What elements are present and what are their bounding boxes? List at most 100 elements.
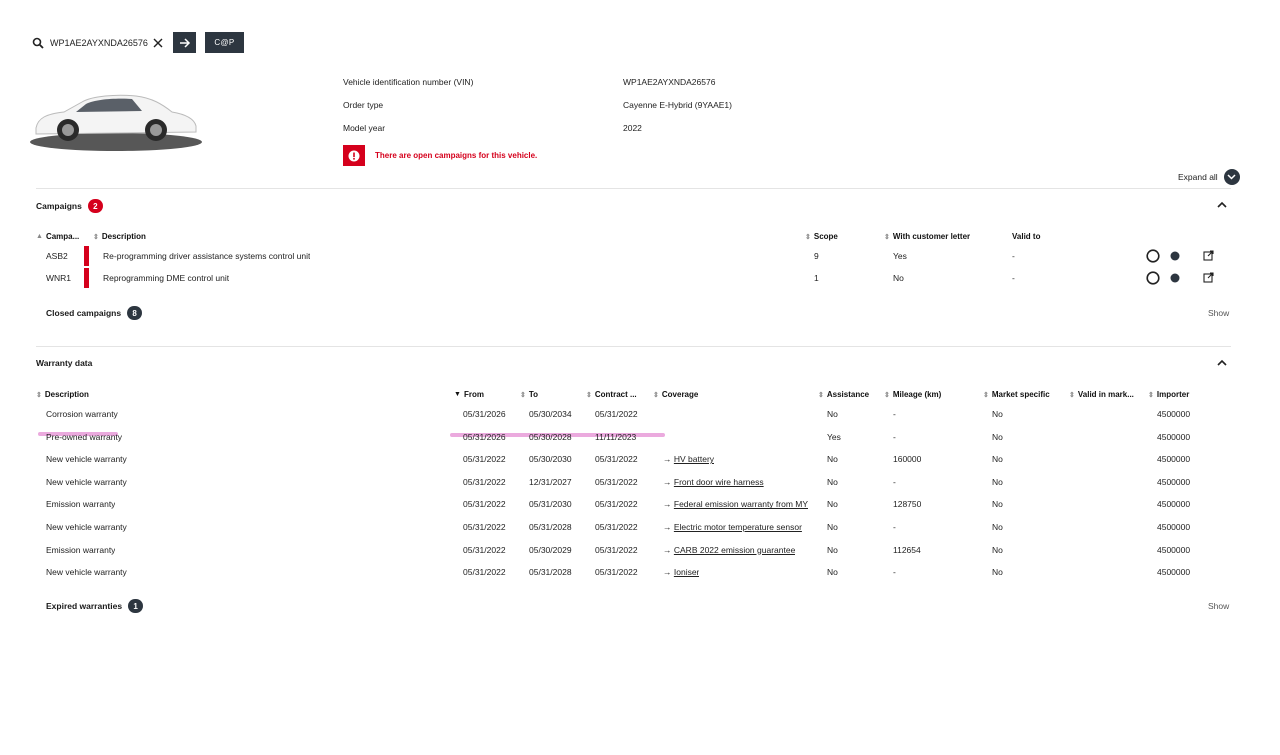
col-contract-label: Contract ... <box>594 390 637 399</box>
arrow-right-icon: → <box>663 454 674 465</box>
expand-all-button[interactable]: Expand all <box>1178 169 1240 185</box>
expired-warranties-toggle[interactable]: Expired warranties 1 <box>46 599 144 613</box>
status-dot-icon <box>1170 273 1180 283</box>
sort-asc-icon: ▲ <box>36 233 43 240</box>
col-to[interactable]: ⇕ To <box>520 390 538 399</box>
warranty-description: New vehicle warranty <box>46 567 127 578</box>
col-description[interactable]: ⇕ Description <box>93 232 146 241</box>
col-market-specific[interactable]: ⇕ Market specific <box>983 390 1050 399</box>
col-customer-letter[interactable]: ⇕ With customer letter <box>884 232 970 241</box>
warranty-market: No <box>992 544 1003 555</box>
col-importer[interactable]: ⇕ Importer <box>1148 390 1189 399</box>
col-contract[interactable]: ⇕ Contract ... <box>586 390 637 399</box>
warranty-mileage: - <box>893 476 896 487</box>
collapse-warranty-icon[interactable] <box>1216 358 1228 368</box>
warranty-from: 05/31/2022 <box>463 522 506 532</box>
vin-value: WP1AE2AYXNDA26576 <box>623 77 716 87</box>
coverage-link[interactable]: → HV battery <box>663 454 714 464</box>
col-coverage[interactable]: ⇕ Coverage <box>653 390 698 399</box>
coverage-link-label: HV battery <box>673 454 715 465</box>
vin-search-input[interactable] <box>50 38 150 48</box>
col-warranty-description-label: Description <box>44 390 89 399</box>
sort-icon: ⇕ <box>36 391 42 399</box>
warranty-assistance: No <box>827 522 838 532</box>
warranty-contract: 05/31/2022 <box>595 476 638 487</box>
arrow-right-icon: → <box>663 522 674 532</box>
col-scope[interactable]: ⇕ Scope <box>805 232 838 241</box>
warranty-importer: 4500000 <box>1157 544 1191 555</box>
warranty-importer: 4500000 <box>1157 567 1191 578</box>
warranty-mileage: - <box>893 409 896 419</box>
submit-search-button[interactable] <box>173 32 196 53</box>
campaign-scope: 1 <box>814 273 819 283</box>
warranty-importer: 4500000 <box>1157 431 1191 442</box>
warranty-description: Pre-owned warranty <box>46 431 123 442</box>
warranty-contract: 05/31/2022 <box>595 522 638 532</box>
campaign-letter: No <box>893 273 904 283</box>
campaign-letter: Yes <box>893 251 907 261</box>
campaigns-section-title: Campaigns 2 <box>36 199 103 213</box>
coverage-link[interactable]: → Electric motor temperature sensor <box>663 522 802 532</box>
warranty-mileage: - <box>893 431 896 442</box>
warranty-description: New vehicle warranty <box>46 454 127 465</box>
warranty-from: 05/31/2022 <box>463 499 506 510</box>
clear-icon[interactable] <box>152 37 164 49</box>
col-mileage[interactable]: ⇕ Mileage (km) <box>884 390 941 399</box>
divider <box>36 346 1231 347</box>
coverage-link-label: Ioniser <box>673 567 700 578</box>
warranty-importer: 4500000 <box>1157 476 1191 487</box>
arrow-right-icon: → <box>663 544 674 555</box>
warranty-market: No <box>992 499 1003 510</box>
col-valid-to: Valid to <box>1012 232 1040 241</box>
warranty-importer: 4500000 <box>1157 409 1191 419</box>
sort-icon: ⇕ <box>884 391 890 399</box>
warranty-mileage: - <box>893 522 896 532</box>
coverage-link[interactable]: → Federal emission warranty from MY <box>663 499 808 509</box>
chevron-down-icon <box>1223 169 1240 185</box>
warranty-contract: 05/31/2022 <box>595 544 638 555</box>
warranty-contract: 05/31/2022 <box>595 454 638 465</box>
show-expired-warranties-link[interactable]: Show <box>1208 601 1229 611</box>
warranty-from: 05/31/2022 <box>463 454 506 465</box>
col-customer-letter-label: With customer letter <box>892 232 971 241</box>
coverage-link[interactable]: → CARB 2022 emission guarantee <box>663 545 795 555</box>
arrow-right-icon: → <box>663 476 674 487</box>
col-from[interactable]: ▼ From <box>454 390 484 399</box>
col-assistance[interactable]: ⇕ Assistance <box>818 390 869 399</box>
col-mileage-label: Mileage (km) <box>892 390 942 399</box>
warranty-assistance: No <box>827 499 838 510</box>
sort-icon: ⇕ <box>586 391 592 399</box>
model-year-value: 2022 <box>623 123 642 133</box>
campaigns-title: Campaigns <box>36 201 82 211</box>
external-link-icon[interactable] <box>1203 250 1214 261</box>
col-warranty-description[interactable]: ⇕ Description <box>36 390 89 399</box>
expand-all-label: Expand all <box>1178 172 1218 182</box>
cp-button[interactable]: C@P <box>205 32 244 53</box>
warranty-importer: 4500000 <box>1157 522 1191 532</box>
divider <box>36 188 1231 189</box>
warranty-to: 05/30/2029 <box>529 544 572 555</box>
vin-search[interactable] <box>32 32 167 54</box>
campaign-scope: 9 <box>814 251 819 261</box>
closed-campaigns-toggle[interactable]: Closed campaigns 8 <box>46 306 143 320</box>
col-campaign[interactable]: ▲ Campa... <box>36 232 79 241</box>
col-scope-label: Scope <box>813 232 838 241</box>
col-valid-in-market[interactable]: ⇕ Valid in mark... <box>1069 390 1134 399</box>
external-link-icon[interactable] <box>1203 272 1214 283</box>
warranty-to: 05/31/2028 <box>529 522 572 532</box>
campaign-description: Reprogramming DME control unit <box>103 273 230 283</box>
sort-icon: ⇕ <box>93 233 99 241</box>
coverage-link[interactable]: → Ioniser <box>663 567 699 577</box>
warranty-description: Emission warranty <box>46 544 116 555</box>
order-type-value: Cayenne E-Hybrid (9YAAE1) <box>623 100 732 110</box>
col-market-specific-label: Market specific <box>991 390 1050 399</box>
collapse-campaigns-icon[interactable] <box>1216 200 1228 210</box>
warranty-market: No <box>992 476 1003 487</box>
coverage-link[interactable]: → Front door wire harness <box>663 477 764 487</box>
coverage-link-label: CARB 2022 emission guarantee <box>673 544 796 555</box>
vin-label: Vehicle identification number (VIN) <box>343 77 474 87</box>
sort-icon: ⇕ <box>1148 391 1154 399</box>
show-closed-campaigns-link[interactable]: Show <box>1208 308 1229 318</box>
status-bar <box>84 268 89 288</box>
warranty-market: No <box>992 522 1003 532</box>
